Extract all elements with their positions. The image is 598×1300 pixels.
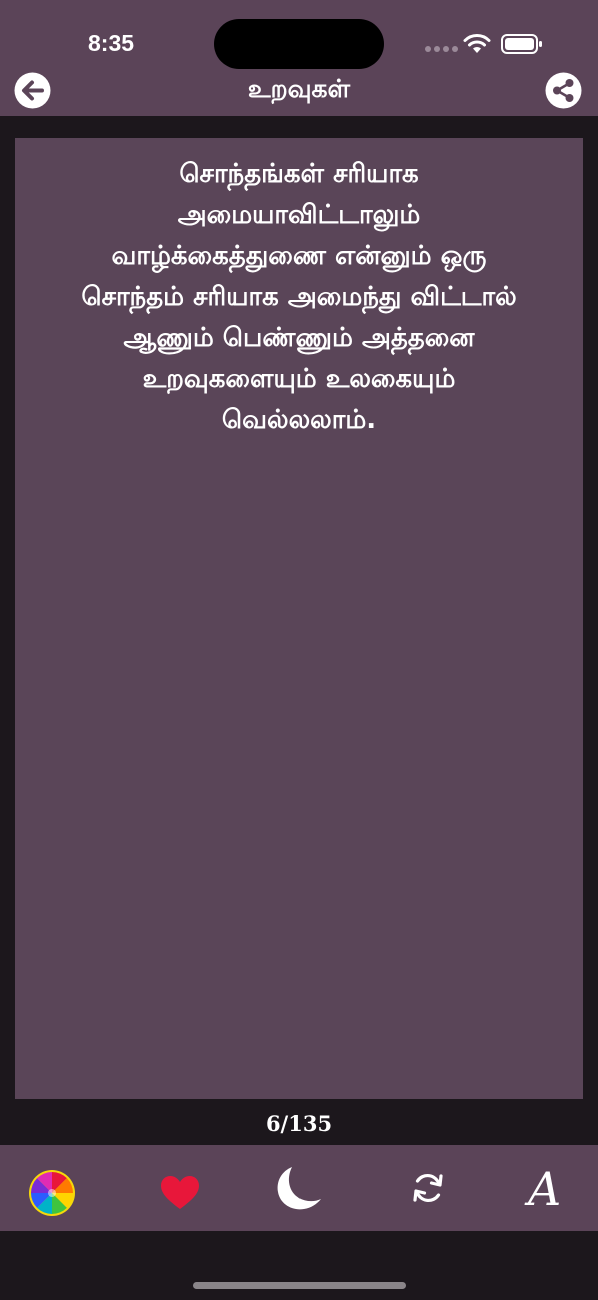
battery-icon: [501, 34, 542, 54]
refresh-icon[interactable]: [410, 1170, 446, 1206]
quote-line: ஆணும் பெண்ணும் அத்தனை: [123, 323, 475, 353]
dynamic-island: [214, 19, 384, 69]
heart-icon[interactable]: [160, 1175, 200, 1211]
quote-line: சொந்தங்கள் சரியாக: [179, 159, 419, 189]
page-title: உறவுகள்: [247, 74, 351, 103]
share-button[interactable]: [545, 72, 582, 109]
color-wheel-icon[interactable]: [28, 1169, 76, 1217]
quote-line: உறவுகளையும் உலகையும்: [142, 364, 456, 394]
bottom-toolbar: A: [0, 1145, 598, 1231]
quote-line: அமையாவிட்டாலும்: [177, 200, 421, 230]
feather-moon-icon[interactable]: [270, 1165, 326, 1213]
app-header: 8:35 உறவுகள்: [0, 0, 598, 116]
cellular-signal-icon: [425, 46, 458, 52]
quote-text: சொந்தங்கள் சரியாக அமையாவிட்டாலும் வாழ்க்…: [15, 138, 583, 441]
home-indicator: [193, 1282, 406, 1289]
quote-line: வெல்லலாம்.: [221, 405, 377, 435]
page-counter: 6/135: [265, 1111, 333, 1136]
font-icon[interactable]: A: [528, 1163, 561, 1215]
wifi-icon: [463, 34, 491, 53]
quote-line: வாழ்க்கைத்துணை என்னும் ஒரு: [111, 241, 487, 271]
quote-card: சொந்தங்கள் சரியாக அமையாவிட்டாலும் வாழ்க்…: [15, 138, 583, 1099]
quote-line: சொந்தம் சரியாக அமைந்து விட்டால்: [81, 282, 517, 312]
status-time: 8:35: [88, 30, 135, 56]
